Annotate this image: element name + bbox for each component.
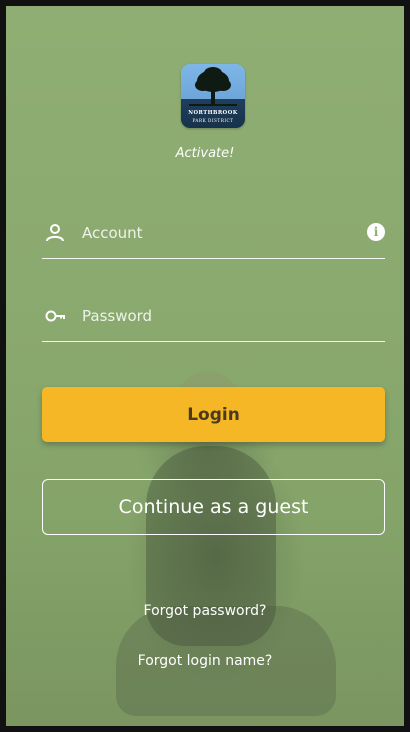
login-button[interactable]: Login — [42, 387, 385, 442]
background-floor — [6, 526, 404, 726]
key-icon — [45, 310, 65, 322]
password-field — [42, 297, 385, 342]
forgot-login-name-link[interactable]: Forgot login name? — [6, 653, 404, 669]
forgot-password-link[interactable]: Forgot password? — [6, 603, 404, 619]
info-icon[interactable]: i — [367, 223, 385, 241]
logo-text-northbrook: NORTHBROOK — [188, 110, 238, 116]
password-input[interactable] — [82, 301, 352, 331]
account-field: i — [42, 214, 385, 259]
app-logo: NORTHBROOK PARK DISTRICT — [181, 64, 245, 128]
tagline: Activate! — [175, 146, 235, 161]
person-icon — [46, 224, 64, 242]
login-screen: NORTHBROOK PARK DISTRICT Activate! i Log… — [6, 6, 404, 726]
continue-as-guest-button[interactable]: Continue as a guest — [42, 479, 385, 535]
logo-text-park-district: PARK DISTRICT — [192, 118, 234, 123]
account-input[interactable] — [82, 218, 352, 248]
